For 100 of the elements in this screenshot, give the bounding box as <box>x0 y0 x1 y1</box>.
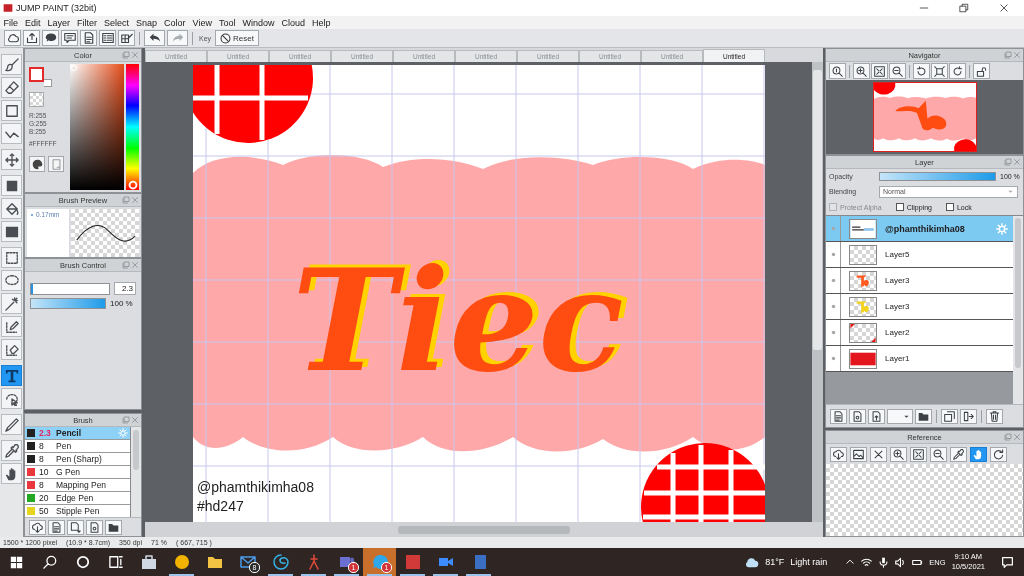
windows-icon[interactable] <box>10 555 23 569</box>
shopping-bag-icon[interactable] <box>140 554 157 570</box>
reset-button[interactable]: Reset <box>215 30 259 46</box>
foreground-color-swatch[interactable] <box>29 67 44 82</box>
lettering-text: Tiec <box>292 239 624 403</box>
size-value-field[interactable]: 2.3 <box>114 282 136 295</box>
menu-item[interactable]: Cloud <box>278 17 309 28</box>
hue-slider-thumb[interactable] <box>127 179 138 190</box>
brush-row[interactable]: 8 Mapping Pen <box>25 479 130 492</box>
caret-icon <box>1007 188 1014 195</box>
transparent-swatch[interactable] <box>29 92 44 107</box>
scrollbar-thumb[interactable] <box>1015 218 1021 368</box>
brush-name: Edge Pen <box>56 493 94 503</box>
opacity-slider[interactable] <box>30 298 106 309</box>
layer-thumbnail <box>849 348 877 369</box>
opacity-reading: 100 % <box>110 299 133 308</box>
checkbox[interactable] <box>945 203 954 211</box>
hue-slider[interactable] <box>125 64 139 190</box>
menu-item[interactable]: View <box>189 17 216 28</box>
scrollbar[interactable] <box>1013 216 1023 404</box>
menu-item[interactable]: Layer <box>44 17 74 28</box>
hashtag-text: #hd247 <box>197 498 244 514</box>
layer-row[interactable]: Layer1 <box>826 346 1013 372</box>
stroke-preview-drawing <box>71 209 139 257</box>
brush-name: Stipple Pen <box>56 506 100 516</box>
brush-name: Mapping Pen <box>56 480 107 490</box>
prohibited-icon[interactable] <box>220 32 232 44</box>
layer-row[interactable]: Layer2 <box>826 320 1013 346</box>
layer-thumbnail <box>849 218 877 239</box>
horizontal-scrollbar[interactable] <box>145 522 823 537</box>
menu-item[interactable]: Color <box>160 17 190 28</box>
search-icon[interactable] <box>42 555 57 569</box>
opacity-slider[interactable] <box>879 172 996 181</box>
menu-item[interactable]: Tool <box>215 17 239 28</box>
layer-thumbnail <box>849 322 877 343</box>
saturation-value-picker[interactable] <box>69 64 124 190</box>
thumbnail-drawing[interactable] <box>872 82 977 152</box>
brush-row[interactable]: 20 Edge Pen <box>25 492 130 505</box>
brush-name: Pen <box>56 441 72 451</box>
scrollbar-thumb[interactable] <box>398 525 570 534</box>
brush-size: 8 <box>39 441 45 451</box>
brush-row[interactable]: 8 Pen <box>25 440 130 453</box>
menu-item[interactable]: Select <box>100 17 133 28</box>
circle-logo-icon[interactable] <box>173 554 190 570</box>
layer-thumbnail <box>849 244 877 265</box>
brush-size: 8 <box>39 454 45 464</box>
menu-item[interactable]: Help <box>308 17 335 28</box>
chevron-up-icon[interactable] <box>845 557 856 567</box>
layer-row[interactable]: Layer3 <box>826 294 1013 320</box>
brush-row[interactable]: 8 Pen (Sharp) <box>25 453 130 466</box>
restore-icon[interactable] <box>959 3 969 13</box>
brush-name: Pen (Sharp) <box>56 454 102 464</box>
close-icon[interactable] <box>999 3 1009 13</box>
menu-item[interactable]: File <box>0 17 22 28</box>
layer-row[interactable]: @phamthikimha08 <box>826 216 1013 242</box>
microphone-icon[interactable] <box>878 556 890 568</box>
picker-ring-icon <box>69 64 78 72</box>
brush-row[interactable]: 2.3 Pencil <box>25 427 130 440</box>
undo-icon[interactable] <box>148 32 161 44</box>
speaker-icon[interactable] <box>895 556 907 568</box>
brush-name: Pencil <box>56 428 82 438</box>
undo-button[interactable] <box>144 30 165 46</box>
brush-size: 20 <box>39 493 50 503</box>
scrollbar-thumb[interactable] <box>133 430 139 470</box>
layer-name: Layer3 <box>885 302 910 311</box>
window-title: JUMP PAINT (32bit) <box>16 3 97 13</box>
menu-item[interactable]: Filter <box>73 17 101 28</box>
layer-name: Layer1 <box>885 354 910 363</box>
app-logo-icon <box>3 3 13 13</box>
scrollbar-thumb[interactable] <box>813 70 822 350</box>
vertical-scrollbar[interactable] <box>812 62 823 522</box>
scrollbar[interactable] <box>131 427 141 517</box>
layer-name: @phamthikimha08 <box>885 223 965 234</box>
brush-size: 50 <box>39 506 50 516</box>
layer-name: Layer2 <box>885 328 910 337</box>
menu-item[interactable]: Snap <box>132 17 161 28</box>
brush-size: 10 <box>39 467 50 477</box>
app-tile-icon[interactable] <box>404 554 421 570</box>
layer-name: Layer3 <box>885 276 910 285</box>
layer-row[interactable]: Layer5 <box>826 242 1013 268</box>
brush-size: 2.3 <box>39 428 52 438</box>
layer-row[interactable]: Layer3 <box>826 268 1013 294</box>
checkbox[interactable] <box>895 203 904 211</box>
layer-name: Layer5 <box>885 250 910 259</box>
brush-row[interactable]: 50 Stipple Pen <box>25 505 130 518</box>
folder-icon[interactable] <box>206 554 223 570</box>
credit-text: @phamthikimha08 <box>197 479 314 495</box>
size-slider-track[interactable] <box>30 282 110 295</box>
mail-icon[interactable] <box>239 554 256 570</box>
brush-size: 8 <box>39 480 45 490</box>
menu-item[interactable]: Edit <box>21 17 45 28</box>
notification-icon[interactable] <box>1001 555 1014 569</box>
background-color-swatch[interactable] <box>44 79 52 87</box>
task-view-icon[interactable] <box>108 555 123 569</box>
menu-item[interactable]: Window <box>239 17 278 28</box>
brush-row[interactable]: 10 G Pen <box>25 466 130 479</box>
wifi-icon[interactable] <box>861 556 873 568</box>
wave-logo-icon[interactable] <box>272 554 289 570</box>
temperature-text[interactable]: 81°F <box>765 557 785 567</box>
weather-text[interactable]: Light rain <box>790 557 828 567</box>
